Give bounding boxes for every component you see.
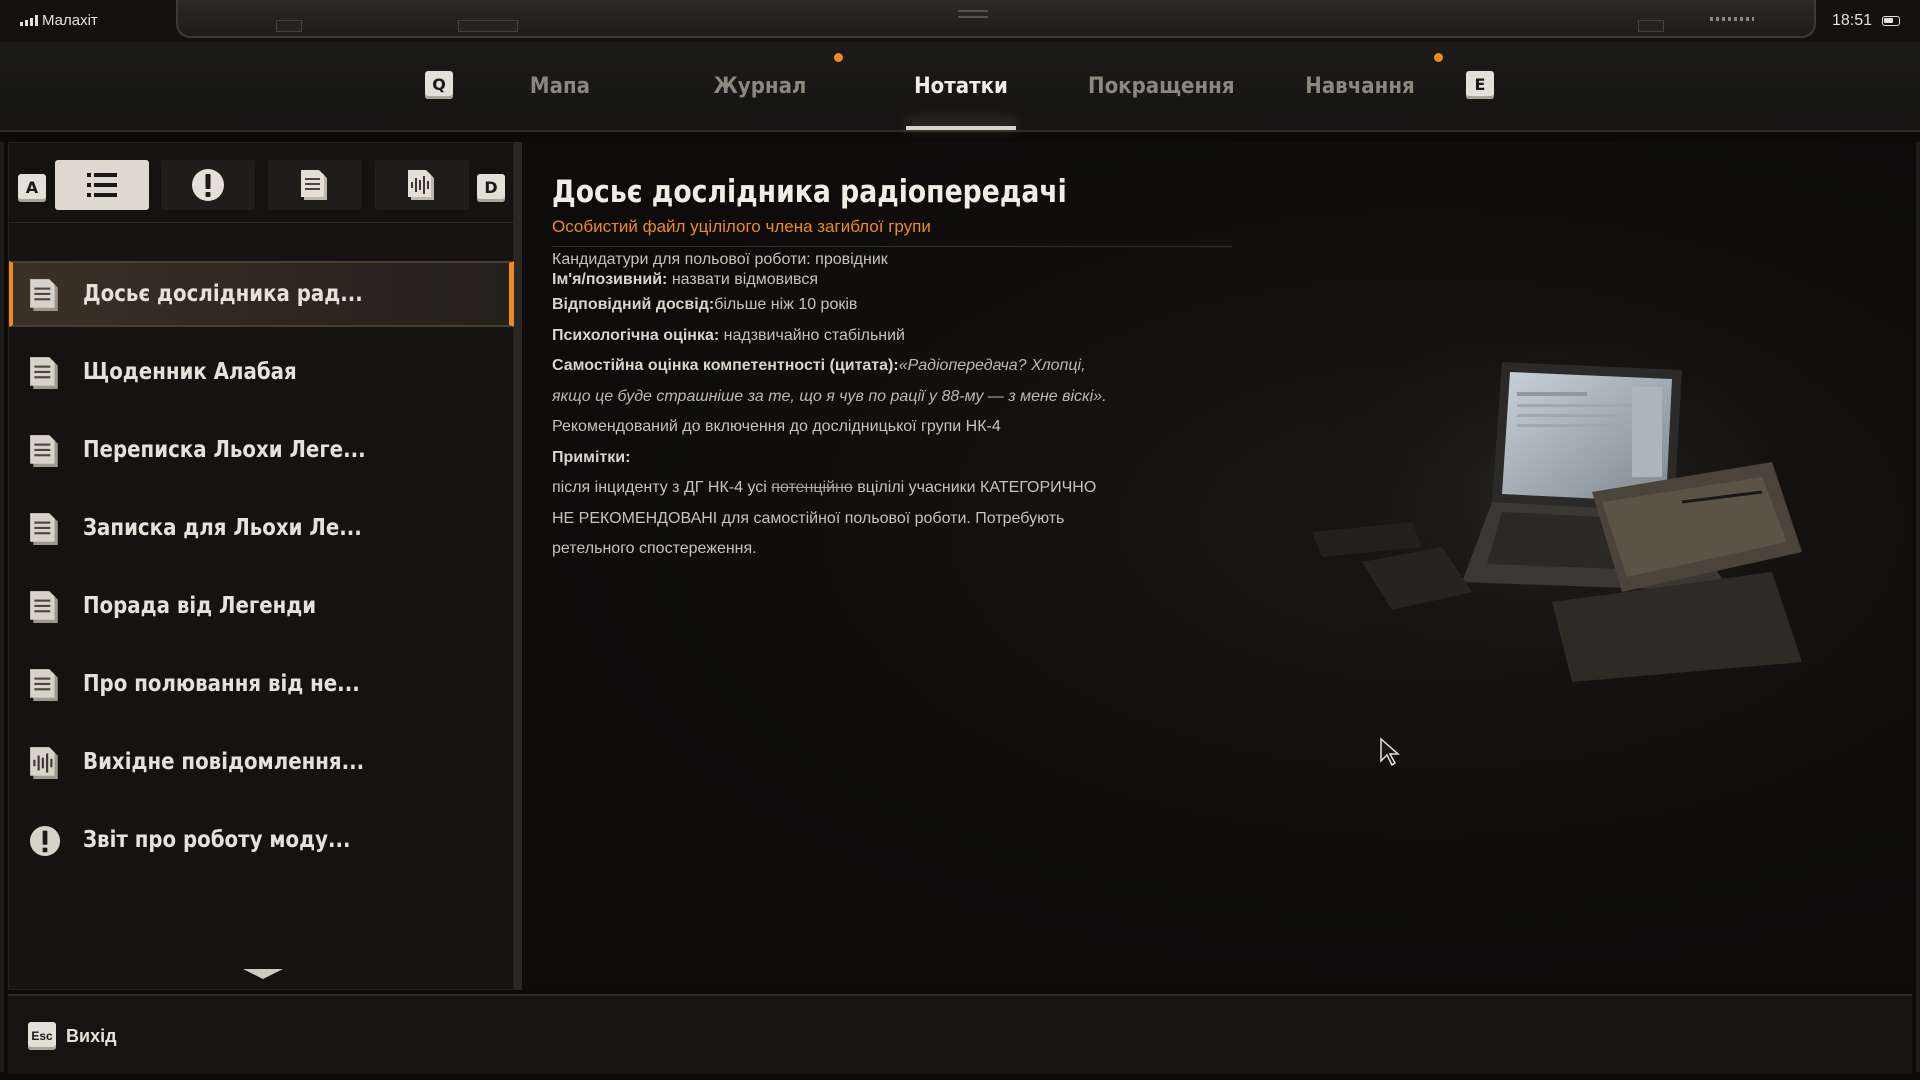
name-label: Ім'я/позивний: <box>552 271 668 288</box>
frame-edge <box>1916 142 1920 1072</box>
notes-heading-line: Примітки: <box>552 443 1252 474</box>
mouse-cursor-icon <box>1380 737 1400 767</box>
panel-divider <box>514 142 522 990</box>
list-icon <box>87 173 117 197</box>
active-tab-indicator <box>906 126 1016 130</box>
signal-icon <box>20 15 38 26</box>
document-body: Кандидатури для польової роботи: провідн… <box>552 250 1252 565</box>
training-notification-dot <box>1434 53 1443 62</box>
prev-tab-key[interactable]: Q <box>425 71 453 99</box>
exclamation-icon <box>192 169 224 201</box>
self-assessment-quote: якщо це буде страшніше за те, що я чув п… <box>552 387 1107 405</box>
laptop-illustration <box>1302 342 1822 702</box>
document-icon <box>30 357 58 389</box>
struck-word: потенційно <box>771 479 853 496</box>
list-item-label: Щоденник Алабая <box>83 359 297 385</box>
document-icon <box>30 435 58 467</box>
name-line: Ім'я/позивний: назвати відмовився <box>552 270 1252 290</box>
frame-edge <box>0 142 4 1072</box>
audio-note-icon <box>408 170 434 200</box>
carrier-name: Малахіт <box>42 12 98 29</box>
notes-line: ретельного спостереження. <box>552 540 757 557</box>
list-item[interactable]: Переписка Льохи Леге... <box>9 417 515 483</box>
status-bar: Малахіт 18:51 <box>0 0 1920 42</box>
self-assessment-quote-line: якщо це буде страшніше за те, що я чув п… <box>552 382 1252 413</box>
list-item-label: Про полювання від не... <box>83 671 360 697</box>
psych-label: Психологічна оцінка: <box>552 326 720 344</box>
next-tab-key[interactable]: E <box>1466 71 1494 99</box>
list-item[interactable]: Порада від Легенди <box>9 573 515 639</box>
document-title: Досьє дослідника радіопередачі <box>552 174 1067 210</box>
candidate-line: Кандидатури для польової роботи: провідн… <box>552 251 888 268</box>
experience-line: Відповідний досвід:більше ніж 10 років <box>552 290 1252 321</box>
tab-notes[interactable]: Нотатки <box>903 42 1020 132</box>
notes-list-panel: A D Досьє дослідника рад... Щоденник Ала… <box>8 142 515 990</box>
name-value: назвати відмовився <box>667 271 819 288</box>
audio-note-icon <box>30 747 58 779</box>
filter-documents-button[interactable] <box>268 160 362 210</box>
scroll-down-icon[interactable] <box>243 969 283 979</box>
list-item[interactable]: Щоденник Алабая <box>9 339 515 405</box>
notes-line: НЕ РЕКОМЕНДОВАНІ для самостійної польово… <box>552 509 1065 527</box>
list-item-label: Звіт про роботу моду... <box>83 827 351 853</box>
experience-value: більше ніж 10 років <box>714 296 858 313</box>
document-icon <box>301 170 327 200</box>
bottom-bar: Esc Вихід <box>8 994 1912 1074</box>
list-item[interactable]: Записка для Льохи Ле... <box>9 495 515 561</box>
list-item-label: Досьє дослідника рад... <box>83 281 363 307</box>
document-view: Досьє дослідника радіопередачі Особистий… <box>522 142 1912 990</box>
tab-journal[interactable]: Журнал <box>697 42 823 132</box>
tab-upgrades[interactable]: Покращення <box>1088 42 1235 132</box>
document-subtitle: Особистий файл уцілілого члена загиблої … <box>552 217 931 236</box>
list-item[interactable]: Звіт про роботу моду... <box>9 807 515 873</box>
clock: 18:51 <box>1831 12 1872 29</box>
self-assessment-line: Самостійна оцінка компетентності (цитата… <box>552 351 1252 382</box>
device-frame <box>176 0 1816 38</box>
exit-button[interactable]: Вихід <box>66 1026 117 1047</box>
prev-filter-key[interactable]: A <box>18 174 46 202</box>
recommendation-line: Рекомендований до включення до дослідниц… <box>552 418 1001 435</box>
frame-notch <box>458 20 518 32</box>
list-item-label: Записка для Льохи Ле... <box>83 515 362 541</box>
self-assessment-quote: «Радіопередача? Хлопці, <box>898 357 1086 374</box>
experience-label: Відповідний досвід: <box>552 296 715 313</box>
grip-icon <box>958 10 988 18</box>
filter-row: A D <box>9 153 515 210</box>
journal-notification-dot <box>834 53 843 62</box>
psych-value: надзвичайно стабільний <box>719 326 905 344</box>
next-filter-key[interactable]: D <box>477 174 505 202</box>
main-tab-bar: Q Мапа Журнал Нотатки Покращення Навчанн… <box>0 42 1920 132</box>
speaker-grille <box>1710 17 1754 21</box>
notes-text: вцілілі учасники КАТЕГОРИЧНО <box>852 479 1097 496</box>
psych-line: Психологічна оцінка: надзвичайно стабіль… <box>552 321 1252 352</box>
document-icon <box>30 513 58 545</box>
notes-label: Примітки: <box>552 448 631 466</box>
list-item-label: Вихідне повідомлення... <box>83 749 365 775</box>
self-assessment-label: Самостійна оцінка компетентності (цитата… <box>552 357 899 374</box>
list-item-label: Порада від Легенди <box>83 593 317 619</box>
document-icon <box>30 591 58 623</box>
list-item-label: Переписка Льохи Леге... <box>83 437 366 463</box>
list-item[interactable]: Досьє дослідника рад... <box>9 261 515 327</box>
battery-icon <box>1882 16 1900 26</box>
tab-map[interactable]: Мапа <box>506 42 614 132</box>
notes-text: після інциденту з ДГ НК-4 усі <box>552 479 772 496</box>
notes-line: після інциденту з ДГ НК-4 усі потенційно… <box>552 473 1252 504</box>
frame-notch <box>276 20 302 32</box>
divider <box>9 222 515 223</box>
filter-all-button[interactable] <box>55 160 149 210</box>
tab-training[interactable]: Навчання <box>1297 42 1423 132</box>
list-item[interactable]: Вихідне повідомлення... <box>9 729 515 795</box>
divider <box>552 246 1232 247</box>
document-icon <box>30 669 58 701</box>
exclamation-icon <box>29 825 61 857</box>
document-icon <box>30 279 58 311</box>
notes-list: Досьє дослідника рад... Щоденник Алабая … <box>9 261 515 885</box>
filter-alerts-button[interactable] <box>161 160 255 210</box>
carrier: Малахіт <box>20 12 98 29</box>
list-item[interactable]: Про полювання від не... <box>9 651 515 717</box>
filter-audio-button[interactable] <box>375 160 469 210</box>
escape-key[interactable]: Esc <box>28 1022 56 1050</box>
frame-notch <box>1638 20 1664 32</box>
